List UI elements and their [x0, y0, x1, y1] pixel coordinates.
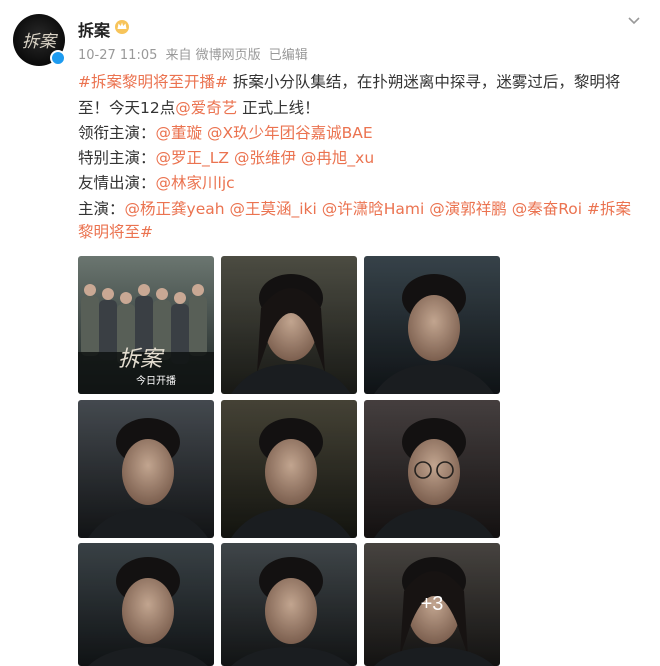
post-text-line: #拆案黎明将至开播# 拆案小分队集结，在扑朔迷离中探寻，迷雾过后，黎明将	[78, 71, 620, 93]
more-images-count[interactable]: +3	[364, 543, 500, 666]
post-source: 来自 微博网页版	[165, 48, 261, 63]
poster-actor-bald-image[interactable]	[78, 543, 214, 666]
poster-actor-side-image[interactable]	[78, 400, 214, 538]
hashtag-link[interactable]: #拆案	[587, 200, 631, 218]
post-meta: 10-27 11:05 来自 微博网页版 已编辑	[78, 44, 312, 63]
post-text-line: 领衔主演：@董璇 @X玖少年团谷嘉诚BAE	[78, 122, 373, 144]
avatar-logo-mark: 拆案	[22, 32, 58, 52]
post-text-segment: 正式上线！	[237, 99, 320, 117]
mention-link[interactable]: @林家川ljc	[156, 174, 235, 192]
poster-actor-suit-image[interactable]	[364, 256, 500, 394]
author-name[interactable]: 拆案	[78, 17, 110, 41]
verified-badge-icon	[50, 50, 66, 66]
poster-caption: 今日开播	[136, 374, 176, 387]
post-text-line: 至！今天12点@爱奇艺 正式上线！	[78, 97, 320, 119]
mention-link[interactable]: @冉旭_xu	[301, 149, 374, 167]
chevron-down-icon[interactable]	[626, 12, 642, 28]
poster-more-image[interactable]: +3	[364, 543, 500, 666]
poster-actor-cap-image[interactable]	[221, 400, 357, 538]
mention-link[interactable]: @秦奋Roi	[512, 200, 582, 218]
poster-actor-young-image[interactable]	[221, 543, 357, 666]
post-text-segment: 主演：	[78, 200, 125, 218]
post-text-segment: 特别主演：	[78, 149, 156, 167]
crown-icon	[115, 20, 129, 34]
mention-link[interactable]: @爱奇艺	[175, 99, 237, 117]
post-text-line: 黎明将至#	[78, 221, 153, 243]
hashtag-link[interactable]: #拆案黎明将至开播#	[78, 73, 228, 91]
mention-link[interactable]: @演郭祥鹏	[429, 200, 507, 218]
mention-link[interactable]: @许潇晗Hami	[322, 200, 425, 218]
mention-link[interactable]: @杨正龚yeah	[125, 200, 225, 218]
mention-link[interactable]: @董璇	[156, 124, 203, 142]
mention-link[interactable]: 黎明将至#	[78, 223, 153, 241]
post-text-segment: 领衔主演：	[78, 124, 156, 142]
post-text-line: 特别主演：@罗正_LZ @张维伊 @冉旭_xu	[78, 147, 374, 169]
poster-actress-image[interactable]	[221, 256, 357, 394]
poster-logo-mark: 拆案	[118, 347, 165, 372]
mention-link[interactable]: @张维伊	[234, 149, 296, 167]
post-text-segment: 拆案小分队集结，在扑朔迷离中探寻，迷雾过后，黎明将	[227, 73, 621, 91]
poster-actor-glasses-image[interactable]	[364, 400, 500, 538]
post-text-segment: 至！今天12点	[78, 99, 176, 117]
post-text-line: 友情出演：@林家川ljc	[78, 172, 235, 194]
post-text-segment: 友情出演：	[78, 174, 156, 192]
group-poster-image[interactable]: 拆案今日开播	[78, 256, 214, 394]
post-edited[interactable]: 已编辑	[269, 48, 308, 63]
mention-link[interactable]: @X玖少年团谷嘉诚BAE	[207, 124, 373, 142]
post-time[interactable]: 10-27 11:05	[78, 48, 157, 63]
mention-link[interactable]: @罗正_LZ	[156, 149, 230, 167]
post-text-line: 主演：@杨正龚yeah @王莫涵_iki @许潇晗Hami @演郭祥鹏 @秦奋R…	[78, 198, 631, 220]
mention-link[interactable]: @王莫涵_iki	[229, 200, 316, 218]
